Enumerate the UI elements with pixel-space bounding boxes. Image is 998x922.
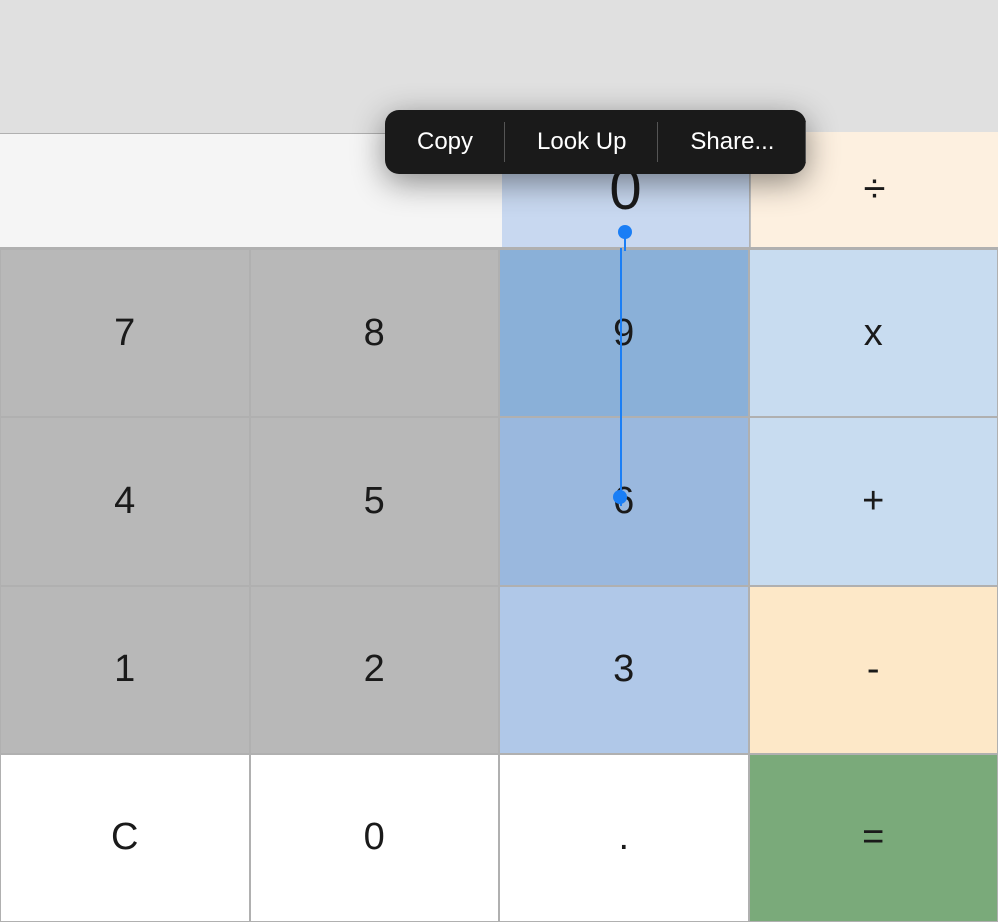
key-subtract[interactable]: - (749, 586, 998, 754)
copy-menu-item[interactable]: Copy (385, 110, 505, 174)
key-decimal[interactable]: . (499, 754, 749, 922)
selection-handle-line-bottom (620, 248, 622, 506)
key-clear[interactable]: C (0, 754, 250, 922)
context-menu-arrow (582, 172, 610, 174)
key-1[interactable]: 1 (0, 586, 250, 754)
key-multiply[interactable]: x (749, 249, 998, 417)
key-8[interactable]: 8 (250, 249, 500, 417)
top-area: Copy Look Up Share... 0 ÷ (0, 0, 998, 248)
selection-handle-top-dot (618, 225, 632, 239)
key-7[interactable]: 7 (0, 249, 250, 417)
display-operator: ÷ (864, 167, 886, 212)
lookup-menu-item[interactable]: Look Up (505, 110, 658, 174)
calculator-grid: 7 8 9 x 4 5 6 + 1 2 3 - C 0 . = (0, 248, 998, 922)
selection-handle-top-line (624, 238, 626, 251)
selection-handle-bottom-dot (613, 490, 627, 504)
key-9[interactable]: 9 (499, 249, 749, 417)
key-equals[interactable]: = (749, 754, 998, 922)
key-0[interactable]: 0 (250, 754, 500, 922)
context-menu: Copy Look Up Share... (385, 110, 806, 174)
share-menu-item[interactable]: Share... (658, 110, 806, 174)
key-4[interactable]: 4 (0, 417, 250, 585)
key-5[interactable]: 5 (250, 417, 500, 585)
key-3[interactable]: 3 (499, 586, 749, 754)
key-add[interactable]: + (749, 417, 998, 585)
key-2[interactable]: 2 (250, 586, 500, 754)
